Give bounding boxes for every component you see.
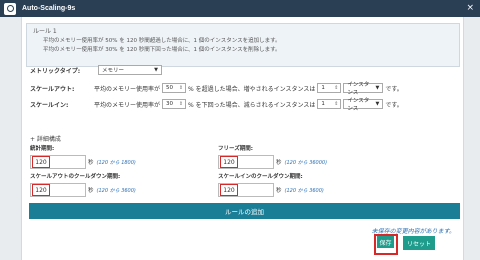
scale-in-cooldown-hint: (120 から 3600) [284,188,324,194]
scale-out-count-value: 1 [321,85,325,91]
spinner-icon[interactable]: ⇕ [334,101,340,107]
stat-period-input[interactable]: 120 [30,155,86,169]
scale-in-suffix: です。 [385,101,403,109]
stat-period-unit-row: 秒 (120 から 1800) [88,158,136,166]
advanced-settings-toggle[interactable]: + 詳細構成 [30,134,61,143]
seconds-unit: 秒 [276,188,282,194]
metric-select[interactable]: メモリー ▼ [98,65,162,75]
metric-value: メモリー [102,68,125,74]
settings-panel: ルール 1 平均のメモリー使用率が 50% を 120 秒間超過した場合に、1 … [21,17,464,260]
scale-out-percent-value: 50 [166,85,174,91]
freeze-period-value: 120 [220,156,238,168]
scale-in-cooldown-input[interactable]: 120 [218,183,274,197]
app-title: Auto-Scaling-9s [22,5,76,12]
app-logo-icon [4,2,16,15]
add-rule-button[interactable]: ルールの追加 [29,203,460,219]
seconds-unit: 秒 [88,188,94,194]
spinner-icon[interactable]: ⇕ [179,101,185,107]
scale-out-unit-select[interactable]: インスタンス ▼ [343,82,384,96]
freeze-period-label: フリーズ期間: [218,146,253,152]
save-button[interactable]: 保存 [377,236,394,248]
scale-out-label: スケールアウト: [30,85,75,93]
metric-row: メトリックタイプ: メモリー ▼ [30,65,162,75]
reset-button[interactable]: リセット [403,236,435,250]
scale-in-count-value: 1 [321,101,325,107]
scale-out-prefix: 平均のメモリー使用率が [94,85,161,93]
stat-period-label: 統計期間: [30,146,55,152]
rule-summary: ルール 1 平均のメモリー使用率が 50% を 120 秒間超過した場合に、1 … [26,23,460,67]
scale-out-count-input[interactable]: 1 ⇕ [317,83,342,93]
scale-out-cooldown-unit-row: 秒 (120 から 3600) [88,186,136,194]
spinner-icon[interactable]: ⇕ [179,85,185,91]
scale-in-cooldown-label: スケールインのクールダウン期間: [218,174,303,180]
rule-summary-line: 平均のメモリー使用率が 30% を 120 秒間下回った場合に、1 個のインスタ… [43,47,281,53]
scale-out-unit: インスタンス [347,82,370,96]
spinner-icon[interactable]: ⇕ [334,85,340,91]
close-icon[interactable]: × [466,3,474,13]
stat-period-value: 120 [32,156,50,168]
chevron-down-icon: ▼ [154,67,158,73]
rule-heading: ルール 1 [33,28,57,35]
freeze-period-unit-row: 秒 (120 から 36000) [276,158,327,166]
rule-summary-line: 平均のメモリー使用率が 50% を 120 秒間超過した場合に、1 個のインスタ… [43,37,281,44]
scale-out-row: スケールアウト: 平均のメモリー使用率が 50 ⇕ % を超過した場合、増やされる… [30,82,403,96]
chevron-down-icon: ▼ [375,85,380,91]
scale-in-unit-select[interactable]: インスタンス ▼ [343,98,384,112]
metric-label: メトリックタイプ: [30,67,81,75]
scale-out-suffix: です。 [385,85,403,93]
scale-in-percent-value: 30 [166,101,174,107]
scale-in-count-input[interactable]: 1 ⇕ [317,99,342,109]
chevron-down-icon: ▼ [375,101,380,107]
stat-period-hint: (120 から 1800) [96,160,136,166]
scale-in-unit: インスタンス [347,98,370,112]
scale-in-cooldown-unit-row: 秒 (120 から 3600) [276,186,324,194]
freeze-period-hint: (120 から 36000) [284,160,328,166]
seconds-unit: 秒 [88,160,94,166]
scale-in-cooldown-value: 120 [220,184,238,196]
scale-in-label: スケールイン: [30,101,69,109]
scale-in-row: スケールイン: 平均のメモリー使用率が 30 ⇕ % を下回った場合、減らされるイ… [30,98,403,112]
scale-in-middle: % を下回った場合、減らされるインスタンスは [188,101,316,109]
scale-out-cooldown-value: 120 [32,184,50,196]
scale-out-cooldown-label: スケールアウトのクールダウン期間: [30,174,121,180]
scale-out-middle: % を超過した場合、増やされるインスタンスは [188,85,316,93]
scale-out-percent-input[interactable]: 50 ⇕ [162,83,187,93]
freeze-period-input[interactable]: 120 [218,155,274,169]
scale-out-cooldown-input[interactable]: 120 [30,183,86,197]
seconds-unit: 秒 [276,160,282,166]
title-bar: Auto-Scaling-9s × [0,0,480,17]
scale-out-cooldown-hint: (120 から 3600) [96,188,136,194]
scale-in-percent-input[interactable]: 30 ⇕ [162,99,187,109]
scale-in-prefix: 平均のメモリー使用率が [94,101,161,109]
